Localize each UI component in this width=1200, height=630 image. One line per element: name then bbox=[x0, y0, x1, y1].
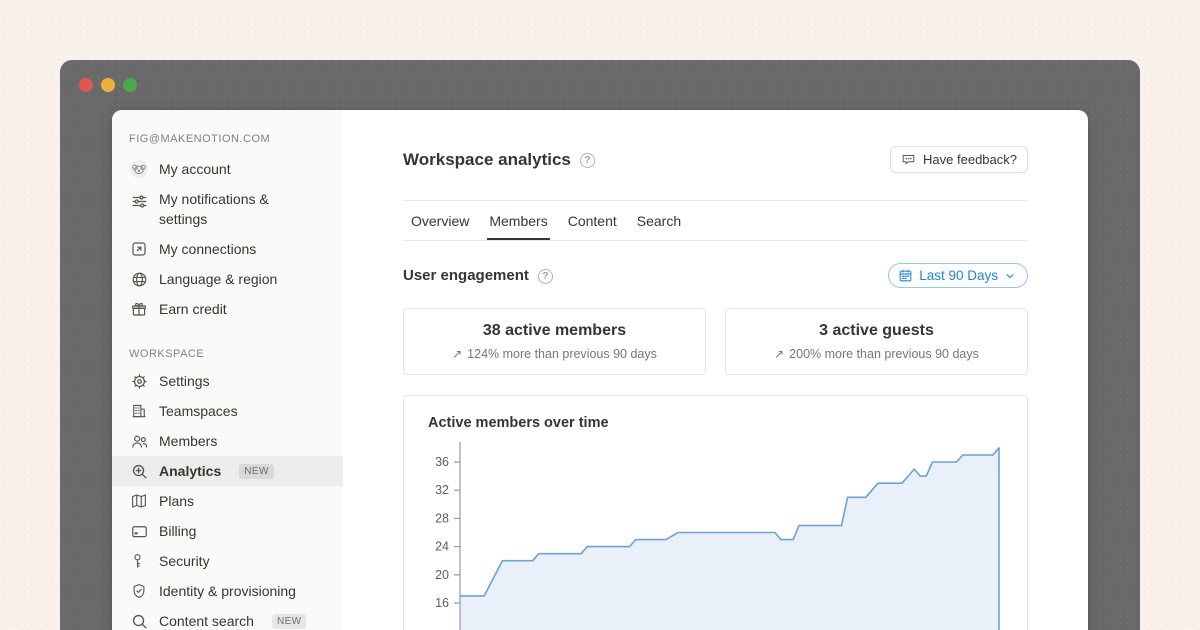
active-members-chart-card: Active members over time 16 20 24 28 32 36 bbox=[403, 395, 1028, 630]
section-title: User engagement bbox=[403, 267, 529, 284]
map-icon bbox=[129, 491, 149, 511]
sidebar-item-members[interactable]: Members bbox=[112, 426, 343, 456]
tab-content[interactable]: Content bbox=[566, 201, 619, 240]
sidebar-item-label: Security bbox=[159, 552, 210, 570]
chevron-down-icon bbox=[1004, 270, 1016, 282]
tab-search[interactable]: Search bbox=[635, 201, 683, 240]
trend-up-icon: ↗ bbox=[452, 345, 462, 363]
stat-value: 38 active members bbox=[404, 320, 705, 342]
sidebar-item-label: Teamspaces bbox=[159, 402, 238, 420]
magnifier-icon bbox=[129, 611, 149, 630]
window-titlebar bbox=[60, 60, 1140, 110]
credit-card-icon bbox=[129, 521, 149, 541]
account-email: FIG@MAKENOTION.COM bbox=[129, 131, 326, 147]
analytics-main-panel: Workspace analytics ? Have feedback? bbox=[343, 110, 1088, 630]
stat-change: ↗ 124% more than previous 90 days bbox=[452, 345, 657, 363]
close-window-button[interactable] bbox=[79, 78, 93, 92]
sidebar-item-billing[interactable]: Billing bbox=[112, 516, 343, 546]
y-tick-label: 32 bbox=[435, 483, 449, 497]
help-icon[interactable]: ? bbox=[580, 153, 595, 168]
people-icon bbox=[129, 431, 149, 451]
sidebar-item-security[interactable]: Security bbox=[112, 546, 343, 576]
sidebar-item-label: My notifications & settings bbox=[159, 189, 309, 229]
gear-icon bbox=[129, 371, 149, 391]
date-range-label: Last 90 Days bbox=[919, 268, 998, 283]
chart-area-fill bbox=[460, 448, 999, 630]
y-tick-label: 24 bbox=[435, 540, 449, 554]
sidebar-item-label: Identity & provisioning bbox=[159, 582, 296, 600]
active-guests-stat-card: 3 active guests ↗ 200% more than previou… bbox=[725, 308, 1028, 375]
stat-value: 3 active guests bbox=[726, 320, 1027, 342]
sidebar-item-my-account[interactable]: My account bbox=[112, 154, 343, 184]
chart-title: Active members over time bbox=[428, 415, 1027, 431]
sidebar-item-language-region[interactable]: Language & region bbox=[112, 264, 343, 294]
feedback-button-label: Have feedback? bbox=[923, 152, 1017, 167]
key-icon bbox=[129, 551, 149, 571]
sidebar-item-label: Plans bbox=[159, 492, 194, 510]
trend-up-icon: ↗ bbox=[774, 345, 784, 363]
tab-members[interactable]: Members bbox=[487, 201, 549, 240]
page-title: Workspace analytics bbox=[403, 150, 571, 170]
sidebar-item-label: Content search bbox=[159, 612, 254, 630]
sidebar-item-my-connections[interactable]: My connections bbox=[112, 234, 343, 264]
analytics-tabs: Overview Members Content Search bbox=[403, 201, 1028, 241]
sidebar-item-label: Earn credit bbox=[159, 300, 227, 318]
settings-sidebar: FIG@MAKENOTION.COM My account bbox=[112, 110, 343, 630]
stat-change: ↗ 200% more than previous 90 days bbox=[774, 345, 979, 363]
sidebar-item-label: My account bbox=[159, 160, 231, 178]
sidebar-item-settings[interactable]: Settings bbox=[112, 366, 343, 396]
calendar-icon bbox=[898, 268, 913, 283]
sidebar-item-label: Language & region bbox=[159, 270, 277, 288]
date-range-button[interactable]: Last 90 Days bbox=[888, 263, 1028, 288]
new-badge: NEW bbox=[239, 464, 274, 479]
workspace-section-label: WORKSPACE bbox=[129, 346, 326, 362]
tab-overview[interactable]: Overview bbox=[409, 201, 471, 240]
sidebar-item-earn-credit[interactable]: Earn credit bbox=[112, 294, 343, 324]
zoom-window-button[interactable] bbox=[123, 78, 137, 92]
sidebar-item-teamspaces[interactable]: Teamspaces bbox=[112, 396, 343, 426]
have-feedback-button[interactable]: Have feedback? bbox=[890, 146, 1028, 173]
sidebar-item-identity-provisioning[interactable]: Identity & provisioning bbox=[112, 576, 343, 606]
sidebar-item-plans[interactable]: Plans bbox=[112, 486, 343, 516]
sidebar-item-label: Settings bbox=[159, 372, 210, 390]
y-tick-label: 28 bbox=[435, 511, 449, 525]
globe-icon bbox=[129, 269, 149, 289]
sidebar-item-label: Analytics bbox=[159, 462, 221, 480]
sidebar-item-my-notifications-settings[interactable]: My notifications & settings bbox=[112, 184, 343, 234]
help-icon[interactable]: ? bbox=[538, 269, 553, 284]
y-tick-label: 16 bbox=[435, 596, 449, 610]
settings-modal: FIG@MAKENOTION.COM My account bbox=[112, 110, 1088, 630]
feedback-bubble-icon bbox=[901, 152, 916, 167]
sidebar-item-analytics[interactable]: Analytics NEW bbox=[112, 456, 343, 486]
building-icon bbox=[129, 401, 149, 421]
sliders-icon bbox=[129, 191, 149, 211]
new-badge: NEW bbox=[272, 614, 307, 629]
active-members-area-chart: 16 20 24 28 32 36 bbox=[404, 437, 1027, 630]
sidebar-item-content-search[interactable]: Content search NEW bbox=[112, 606, 343, 630]
shield-check-icon bbox=[129, 581, 149, 601]
gift-icon bbox=[129, 299, 149, 319]
minimize-window-button[interactable] bbox=[101, 78, 115, 92]
sidebar-item-label: My connections bbox=[159, 240, 256, 258]
magnifier-plus-icon bbox=[129, 461, 149, 481]
sidebar-item-label: Members bbox=[159, 432, 217, 450]
app-window: FIG@MAKENOTION.COM My account bbox=[60, 60, 1140, 630]
sidebar-item-label: Billing bbox=[159, 522, 196, 540]
avatar bbox=[129, 159, 149, 179]
active-members-stat-card: 38 active members ↗ 124% more than previ… bbox=[403, 308, 706, 375]
arrow-box-icon bbox=[129, 239, 149, 259]
y-tick-label: 36 bbox=[435, 455, 449, 469]
y-tick-label: 20 bbox=[435, 568, 449, 582]
